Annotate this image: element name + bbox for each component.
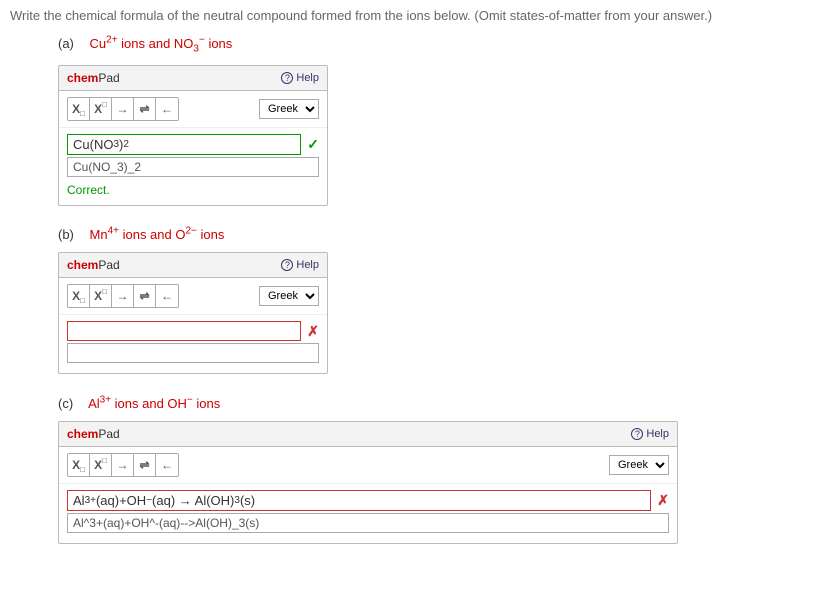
subscript-btn[interactable]: X□ xyxy=(68,285,90,307)
chempad-title: chemPad xyxy=(67,427,120,441)
question-text: Write the chemical formula of the neutra… xyxy=(10,8,827,23)
chempad-a: chemPad ?Help X□ X□ → ⇌ ← Greek Cu(NO3)2… xyxy=(58,65,328,206)
subscript-btn[interactable]: X□ xyxy=(68,98,90,120)
arrow-right-btn[interactable]: → xyxy=(112,98,134,120)
help-link[interactable]: ?Help xyxy=(281,259,319,271)
arrow-eq-btn[interactable]: ⇌ xyxy=(134,285,156,307)
check-icon: ✓ xyxy=(307,136,319,153)
part-c-ions: Al3+ ions and OH− ions xyxy=(88,396,220,411)
greek-select[interactable]: Greek xyxy=(609,455,669,475)
subscript-btn[interactable]: X□ xyxy=(68,454,90,476)
answer-display-b[interactable] xyxy=(67,321,301,341)
chempad-c: chemPad ?Help X□ X□ → ⇌ ← Greek Al3+(aq)… xyxy=(58,421,678,544)
help-icon: ? xyxy=(631,428,643,440)
arrow-right-btn[interactable]: → xyxy=(112,454,134,476)
part-b-label: (b) Mn4+ ions and O2− ions xyxy=(58,226,827,242)
part-a: (a) Cu2+ ions and NO3− ions chemPad ?Hel… xyxy=(10,35,827,206)
arrow-left-btn[interactable]: ← xyxy=(156,454,178,476)
arrow-eq-btn[interactable]: ⇌ xyxy=(134,98,156,120)
help-link[interactable]: ?Help xyxy=(631,428,669,440)
chempad-header: chemPad ?Help xyxy=(59,66,327,91)
greek-select[interactable]: Greek xyxy=(259,286,319,306)
superscript-btn[interactable]: X□ xyxy=(90,98,112,120)
part-letter-c: (c) xyxy=(58,396,73,411)
part-letter-a: (a) xyxy=(58,36,74,51)
answer-display-a[interactable]: Cu(NO3)2 xyxy=(67,134,301,155)
greek-select[interactable]: Greek xyxy=(259,99,319,119)
part-a-ions: Cu2+ ions and NO3− ions xyxy=(90,36,233,51)
arrow-right-btn[interactable]: → xyxy=(112,285,134,307)
help-icon: ? xyxy=(281,72,293,84)
answer-display-c[interactable]: Al3+(aq)+OH−(aq) → Al(OH)3(s) xyxy=(67,490,651,511)
x-icon: ✗ xyxy=(307,323,319,340)
chempad-title: chemPad xyxy=(67,258,120,272)
superscript-btn[interactable]: X□ xyxy=(90,454,112,476)
part-c-label: (c) Al3+ ions and OH− ions xyxy=(58,394,827,410)
part-c: (c) Al3+ ions and OH− ions chemPad ?Help… xyxy=(10,394,827,543)
arrow-eq-btn[interactable]: ⇌ xyxy=(134,454,156,476)
part-a-label: (a) Cu2+ ions and NO3− ions xyxy=(58,35,827,55)
chempad-header: chemPad ?Help xyxy=(59,422,677,447)
arrow-left-btn[interactable]: ← xyxy=(156,98,178,120)
part-b: (b) Mn4+ ions and O2− ions chemPad ?Help… xyxy=(10,226,827,374)
answer-raw-c[interactable]: Al^3+(aq)+OH^-(aq)-->Al(OH)_3(s) xyxy=(67,513,669,533)
toolbar-c: X□ X□ → ⇌ ← Greek xyxy=(59,447,677,484)
arrow-left-btn[interactable]: ← xyxy=(156,285,178,307)
chempad-b: chemPad ?Help X□ X□ → ⇌ ← Greek ✗ xyxy=(58,252,328,374)
feedback-a: Correct. xyxy=(67,181,319,199)
answer-raw-a[interactable]: Cu(NO_3)_2 xyxy=(67,157,319,177)
chempad-title: chemPad xyxy=(67,71,120,85)
toolbar-b: X□ X□ → ⇌ ← Greek xyxy=(59,278,327,315)
chempad-header: chemPad ?Help xyxy=(59,253,327,278)
toolbar-a: X□ X□ → ⇌ ← Greek xyxy=(59,91,327,128)
superscript-btn[interactable]: X□ xyxy=(90,285,112,307)
part-letter-b: (b) xyxy=(58,227,74,242)
help-icon: ? xyxy=(281,259,293,271)
answer-raw-b[interactable] xyxy=(67,343,319,363)
help-link[interactable]: ?Help xyxy=(281,72,319,84)
x-icon: ✗ xyxy=(657,492,669,509)
part-b-ions: Mn4+ ions and O2− ions xyxy=(90,227,225,242)
